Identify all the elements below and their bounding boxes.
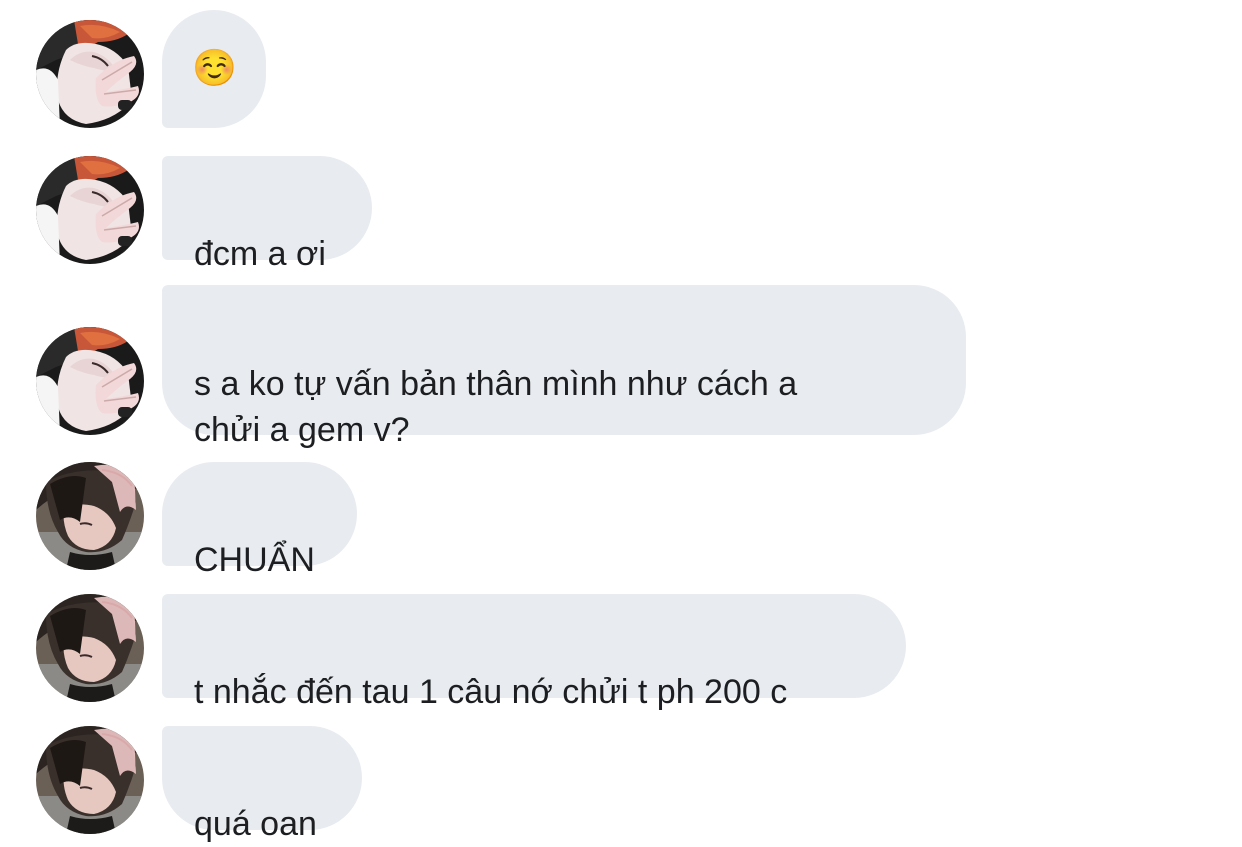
message-bubble[interactable]: quá oan	[162, 726, 362, 843]
message-bubble[interactable]: CHUẨN	[162, 462, 357, 579]
message-text: quá oan	[194, 805, 317, 843]
avatar[interactable]	[36, 462, 144, 570]
message-bubble[interactable]: s a ko tự vấn bản thân mình như cách a c…	[162, 285, 966, 449]
message-text: CHUẨN	[194, 541, 315, 579]
avatar[interactable]	[36, 327, 144, 435]
message-text: ☺️	[192, 48, 237, 89]
avatar[interactable]	[36, 20, 144, 128]
avatar[interactable]	[36, 726, 144, 834]
message-bubble[interactable]: đcm a ơi	[162, 156, 372, 273]
message-bubble[interactable]: t nhắc đến tau 1 câu nớ chửi t ph 200 c	[162, 594, 906, 711]
message-bubble[interactable]: ☺️	[162, 10, 266, 128]
message-text: đcm a ơi	[194, 235, 326, 273]
avatar[interactable]	[36, 156, 144, 264]
avatar[interactable]	[36, 594, 144, 702]
message-text: s a ko tự vấn bản thân mình như cách a c…	[194, 365, 798, 449]
message-text: t nhắc đến tau 1 câu nớ chửi t ph 200 c	[194, 673, 788, 711]
chat-thread: ☺️ đcm a ơi s a ko tự vấn bản thân mình …	[0, 0, 1242, 843]
